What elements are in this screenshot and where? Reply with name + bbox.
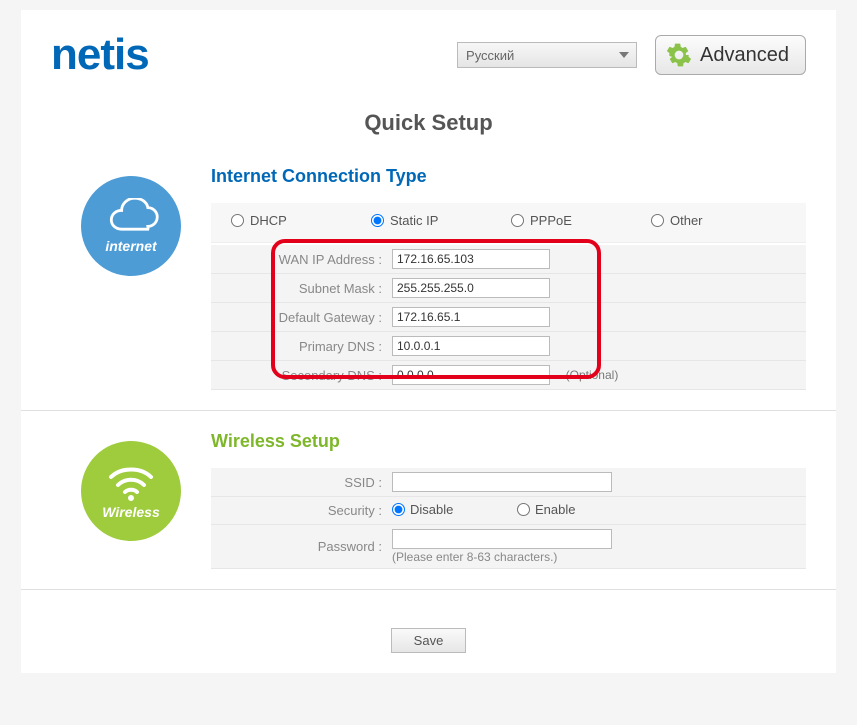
gateway-label: Default Gateway :	[211, 303, 386, 332]
radio-static-ip-label: Static IP	[390, 213, 438, 228]
page-title: Quick Setup	[21, 110, 836, 136]
radio-other[interactable]: Other	[651, 213, 791, 228]
radio-pppoe-label: PPPoE	[530, 213, 572, 228]
secondary-dns-label: Secondary DNS :	[211, 361, 386, 390]
security-disable-input[interactable]	[392, 503, 405, 516]
wan-ip-input[interactable]	[392, 249, 550, 269]
radio-static-ip-input[interactable]	[371, 214, 384, 227]
wireless-badge: Wireless	[81, 441, 181, 541]
security-label: Security :	[211, 497, 386, 525]
primary-dns-label: Primary DNS :	[211, 332, 386, 361]
security-enable[interactable]: Enable	[517, 502, 575, 517]
advanced-label: Advanced	[700, 44, 789, 67]
password-input[interactable]	[392, 529, 612, 549]
save-button[interactable]: Save	[391, 628, 467, 653]
wireless-section-title: Wireless Setup	[211, 431, 806, 452]
security-disable[interactable]: Disable	[392, 502, 453, 517]
radio-dhcp-label: DHCP	[250, 213, 287, 228]
static-ip-form: WAN IP Address : Subnet Mask : Default G…	[211, 245, 806, 390]
radio-pppoe[interactable]: PPPoE	[511, 213, 651, 228]
subnet-label: Subnet Mask :	[211, 274, 386, 303]
internet-section-title: Internet Connection Type	[211, 166, 806, 187]
internet-badge: internet	[81, 176, 181, 276]
gateway-input[interactable]	[392, 307, 550, 327]
wireless-form: SSID : Security : Disable Enable	[211, 468, 806, 569]
internet-badge-label: internet	[105, 238, 156, 254]
password-label: Password :	[211, 525, 386, 569]
password-hint: (Please enter 8-63 characters.)	[392, 550, 557, 564]
security-enable-input[interactable]	[517, 503, 530, 516]
language-select[interactable]: Русский	[457, 42, 637, 68]
wan-ip-label: WAN IP Address :	[211, 245, 386, 274]
cloud-icon	[101, 198, 161, 236]
radio-static-ip[interactable]: Static IP	[371, 213, 511, 228]
secondary-dns-input[interactable]	[392, 365, 550, 385]
primary-dns-input[interactable]	[392, 336, 550, 356]
internet-section: internet Internet Connection Type DHCP S…	[21, 166, 836, 411]
security-enable-label: Enable	[535, 502, 575, 517]
optional-label: (Optional)	[554, 368, 619, 382]
connection-type-row: DHCP Static IP PPPoE Other	[211, 203, 806, 243]
gear-icon	[666, 42, 692, 68]
subnet-input[interactable]	[392, 278, 550, 298]
radio-dhcp-input[interactable]	[231, 214, 244, 227]
wifi-icon	[106, 462, 156, 502]
radio-pppoe-input[interactable]	[511, 214, 524, 227]
ssid-input[interactable]	[392, 472, 612, 492]
ssid-label: SSID :	[211, 468, 386, 497]
wireless-badge-label: Wireless	[102, 504, 159, 520]
logo: netis	[51, 30, 149, 80]
header: netis Русский Advanced	[21, 10, 836, 100]
radio-other-label: Other	[670, 213, 703, 228]
radio-dhcp[interactable]: DHCP	[231, 213, 371, 228]
radio-other-input[interactable]	[651, 214, 664, 227]
wireless-section: Wireless Wireless Setup SSID : Security …	[21, 431, 836, 590]
advanced-button[interactable]: Advanced	[655, 35, 806, 75]
security-disable-label: Disable	[410, 502, 453, 517]
